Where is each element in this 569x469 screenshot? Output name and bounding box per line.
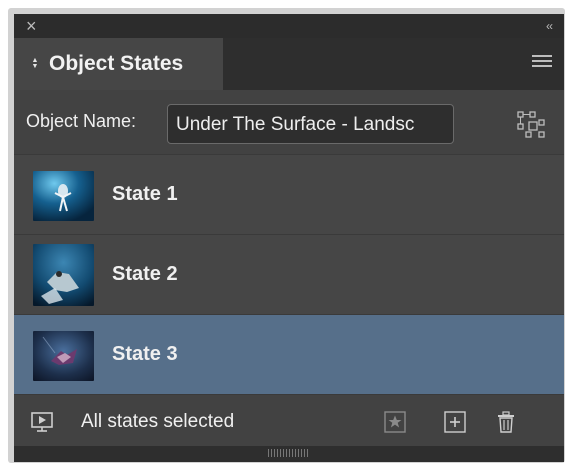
star-icon[interactable] <box>384 411 406 433</box>
tab-row: ▲ ▼ Object States <box>14 38 564 90</box>
preview-icon[interactable] <box>31 412 53 432</box>
state-row-1[interactable]: State 1 <box>14 154 564 234</box>
state-3-thumbnail <box>33 331 94 381</box>
state-1-thumbnail <box>33 171 94 221</box>
state-3-label: State 3 <box>112 343 178 365</box>
tab-object-states[interactable]: ▲ ▼ Object States <box>14 38 223 90</box>
chevron-updown-icon: ▲ ▼ <box>31 57 39 70</box>
grip-icon <box>268 449 308 457</box>
plus-icon[interactable] <box>444 411 466 433</box>
state-row-2[interactable]: State 2 <box>14 234 564 314</box>
trash-icon[interactable] <box>495 411 517 433</box>
states-list: State 1 State 2 State 3 <box>14 154 564 394</box>
status-text: All states selected <box>81 411 235 432</box>
object-states-panel: × ‹‹ ▲ ▼ Object States Object Name: Under… <box>14 14 564 462</box>
object-name-field[interactable]: Under The Surface - Landsc <box>167 104 454 144</box>
close-icon[interactable]: × <box>26 16 37 36</box>
object-name-label: Object Name: <box>26 111 137 131</box>
state-2-thumbnail <box>33 244 94 306</box>
resize-handle[interactable] <box>14 446 564 462</box>
panel-footer: All states selected <box>14 394 564 447</box>
hamburger-menu-icon[interactable] <box>532 55 552 71</box>
object-name-row: Object Name: Under The Surface - Landsc <box>14 90 564 154</box>
tab-label: Object States <box>49 52 184 75</box>
state-1-label: State 1 <box>112 183 178 205</box>
convert-to-multistate-icon[interactable] <box>516 110 546 140</box>
state-2-label: State 2 <box>112 263 178 285</box>
panel-titlebar: × ‹‹ <box>14 14 564 38</box>
state-row-3[interactable]: State 3 <box>14 314 564 394</box>
collapse-panel-icon[interactable]: ‹‹ <box>546 17 553 35</box>
